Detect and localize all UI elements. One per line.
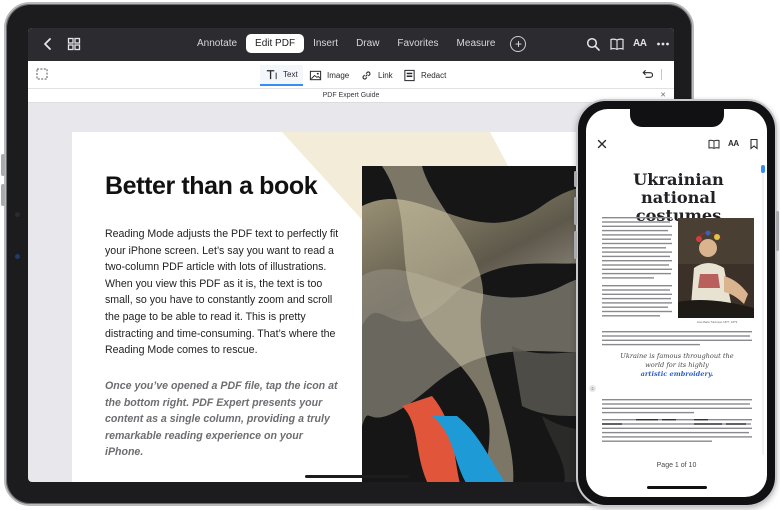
link-icon <box>362 71 371 80</box>
pdf-page: Better than a book Reading Mode adjusts … <box>72 132 632 482</box>
text-size-icon[interactable]: AA <box>633 36 649 52</box>
reading-scrollbar[interactable] <box>761 165 765 455</box>
article-text-page-2 <box>602 399 752 442</box>
iphone-device: AA Ukrainian national costumes Ana Maria… <box>574 99 779 507</box>
tool-image-label: Image <box>327 71 350 80</box>
tab-draw[interactable]: Draw <box>347 34 388 53</box>
tab-measure[interactable]: Measure <box>448 34 505 53</box>
tool-link-label: Link <box>378 71 393 80</box>
image-icon <box>309 70 322 81</box>
edit-pdf-toolbar: Text Image Link Redact <box>28 61 674 89</box>
iphone-notch <box>630 109 724 127</box>
text-size-icon[interactable]: AA <box>728 138 740 150</box>
search-icon[interactable] <box>585 36 601 52</box>
page-emphasis-text: Once you’ve opened a PDF file, tap the i… <box>105 380 338 459</box>
painting-caption: Ana Maria Tulcinean 1877, 1879 <box>696 320 738 324</box>
more-icon[interactable] <box>655 36 671 52</box>
page-body-text: Reading Mode adjusts the PDF text to per… <box>105 228 339 357</box>
selection-icon[interactable] <box>36 68 48 80</box>
tool-redact-label: Redact <box>421 71 447 80</box>
ipad-volume-button <box>1 184 5 206</box>
reading-mode-toolbar: AA <box>586 133 767 157</box>
grid-icon[interactable] <box>66 36 82 52</box>
bookmark-icon[interactable] <box>748 138 760 150</box>
tool-redact[interactable]: Redact <box>398 65 451 86</box>
costume-painting <box>678 218 754 318</box>
mode-tabs: Annotate Edit PDF Insert Draw Favorites … <box>188 34 527 53</box>
tool-text-label: Text <box>283 70 298 79</box>
tool-image[interactable]: Image <box>304 65 354 86</box>
tab-insert[interactable]: Insert <box>304 34 347 53</box>
page-number-badge: 2 <box>589 385 596 392</box>
back-chevron-icon[interactable] <box>40 36 56 52</box>
tab-annotate[interactable]: Annotate <box>188 34 246 53</box>
pull-quote: Ukraine is famous throughout the world f… <box>602 352 752 379</box>
tool-text[interactable]: Text <box>260 65 303 86</box>
pull-quote-highlight: artistic embroidery. <box>640 370 714 378</box>
painting-image <box>678 218 754 318</box>
ipad-home-indicator <box>305 475 409 478</box>
redact-icon <box>404 69 415 82</box>
ipad-camera <box>15 212 20 217</box>
pull-quote-line-1: Ukraine is famous throughout the <box>620 352 734 360</box>
tab-edit-pdf[interactable]: Edit PDF <box>246 34 305 53</box>
device-showcase: Annotate Edit PDF Insert Draw Favorites … <box>0 0 780 510</box>
ipad-sensor <box>15 254 20 259</box>
iphone-volume-button <box>574 231 577 259</box>
ipad-top-toolbar: Annotate Edit PDF Insert Draw Favorites … <box>28 28 674 61</box>
iphone-volume-button <box>574 197 577 225</box>
article-text-column <box>602 217 672 317</box>
document-title: PDF Expert Guide <box>322 92 380 99</box>
book-icon[interactable] <box>609 36 625 52</box>
iphone-home-indicator <box>647 486 707 489</box>
add-tab-icon[interactable]: + <box>510 35 527 52</box>
tool-link[interactable]: Link <box>355 65 398 86</box>
document-tab[interactable]: PDF Expert Guide ✕ <box>28 89 674 103</box>
undo-icon[interactable] <box>640 68 653 81</box>
iphone-silent-switch <box>574 171 577 187</box>
iphone-screen: AA Ukrainian national costumes Ana Maria… <box>586 109 767 497</box>
close-icon[interactable] <box>596 138 608 150</box>
page-heading: Better than a book <box>105 172 318 200</box>
pull-quote-line-2: world for its highly <box>645 361 709 369</box>
page-indicator: Page 1 of 10 <box>656 462 697 469</box>
tab-favorites[interactable]: Favorites <box>388 34 447 53</box>
book-icon[interactable] <box>708 138 720 150</box>
iphone-power-button <box>776 211 779 251</box>
ipad-volume-button <box>1 154 5 176</box>
article-text-fullwidth <box>602 331 752 346</box>
text-cursor-icon <box>266 70 277 80</box>
toolbar-divider <box>661 69 662 80</box>
